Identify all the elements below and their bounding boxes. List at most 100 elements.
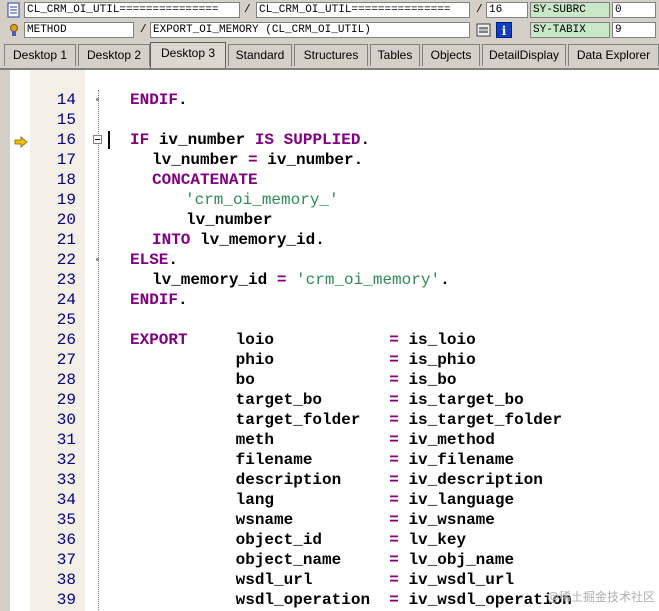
- code-text: object_id = lv_key: [130, 530, 466, 550]
- event-name-field[interactable]: EXPORT_OI_MEMORY (CL_CRM_OI_UTIL): [150, 22, 470, 38]
- tab-structures[interactable]: Structures: [294, 44, 368, 66]
- code-token: .: [353, 151, 364, 169]
- code-token: wsname: [130, 511, 390, 529]
- code-line[interactable]: 19 'crm_oi_memory_': [0, 190, 659, 210]
- code-token: =: [389, 411, 409, 429]
- sy-subrc-value[interactable]: 0: [612, 2, 656, 18]
- code-token: lv_obj_name: [408, 551, 515, 569]
- code-token: lv_memory_id: [152, 271, 277, 289]
- code-token: =: [248, 151, 268, 169]
- separator-slash: /: [244, 4, 251, 16]
- code-token: lang: [130, 491, 390, 509]
- code-token: .: [440, 271, 450, 289]
- code-text: filename = iv_filename: [130, 450, 514, 470]
- code-text: EXPORT loio = is_loio: [130, 330, 476, 350]
- code-token: is_target_folder: [408, 411, 563, 429]
- code-line[interactable]: 35 wsname = iv_wsname: [0, 510, 659, 530]
- code-line[interactable]: 30 target_folder = is_target_folder: [0, 410, 659, 430]
- code-text: target_bo = is_target_bo: [130, 390, 524, 410]
- code-token: object_name: [130, 551, 390, 569]
- code-line[interactable]: 38 wsdl_url = iv_wsdl_url: [0, 570, 659, 590]
- code-text: wsname = iv_wsname: [130, 510, 495, 530]
- sy-tabix-label: SY-TABIX: [530, 22, 610, 38]
- code-line[interactable]: 29 target_bo = is_target_bo: [0, 390, 659, 410]
- code-text: ENDIF.: [130, 90, 188, 110]
- tab-data-explorer[interactable]: Data Explorer: [568, 44, 659, 66]
- tab-standard[interactable]: Standard: [228, 44, 292, 66]
- sy-tabix-value[interactable]: 9: [612, 22, 656, 38]
- code-line[interactable]: 25: [0, 310, 659, 330]
- tab-tables[interactable]: Tables: [370, 44, 420, 66]
- code-token: =: [276, 271, 297, 289]
- document-icon: [6, 2, 22, 18]
- info-icon[interactable]: i: [496, 22, 512, 38]
- tab-desktop-2[interactable]: Desktop 2: [78, 44, 150, 66]
- code-line[interactable]: 33 description = iv_description: [0, 470, 659, 490]
- tab-strip: Desktop 1 Desktop 2 Desktop 3 Standard S…: [0, 42, 659, 68]
- code-line[interactable]: 34 lang = iv_language: [0, 490, 659, 510]
- code-line[interactable]: 37 object_name = lv_obj_name: [0, 550, 659, 570]
- line-number: 31: [56, 431, 76, 449]
- code-line[interactable]: 18 CONCATENATE: [0, 170, 659, 190]
- code-line[interactable]: 21 INTO lv_memory_id.: [0, 230, 659, 250]
- code-line[interactable]: 20 lv_number: [0, 210, 659, 230]
- program-field[interactable]: CL_CRM_OI_UTIL===============: [24, 2, 240, 18]
- tab-desktop-3[interactable]: Desktop 3: [150, 42, 226, 68]
- code-token: filename: [130, 451, 390, 469]
- line-number: 17: [56, 151, 76, 169]
- line-number: 39: [56, 591, 76, 609]
- code-line[interactable]: 15: [0, 110, 659, 130]
- code-line[interactable]: 36 object_id = lv_key: [0, 530, 659, 550]
- code-line[interactable]: 26 EXPORT loio = is_loio: [0, 330, 659, 350]
- code-token: =: [389, 531, 409, 549]
- code-line[interactable]: 17 lv_number = iv_number.: [0, 150, 659, 170]
- line-number: 20: [56, 211, 76, 229]
- code-text: wsdl_url = iv_wsdl_url: [130, 570, 514, 590]
- include-field[interactable]: CL_CRM_OI_UTIL===============: [256, 2, 470, 18]
- event-type-field[interactable]: METHOD: [24, 22, 134, 38]
- code-text: lang = iv_language: [130, 490, 514, 510]
- code-text: wsdl_operation = iv_wsdl_operation: [130, 590, 572, 610]
- line-number: 25: [56, 311, 76, 329]
- separator-slash: /: [476, 4, 483, 16]
- code-token: target_bo: [130, 391, 390, 409]
- code-text: 'crm_oi_memory_': [185, 190, 339, 210]
- line-number: 28: [56, 371, 76, 389]
- code-text: CONCATENATE: [152, 170, 258, 190]
- code-line[interactable]: 24 ENDIF.: [0, 290, 659, 310]
- code-text: object_name = lv_obj_name: [130, 550, 514, 570]
- code-token: 'crm_oi_memory': [296, 271, 441, 289]
- code-token: =: [389, 511, 409, 529]
- tab-objects[interactable]: Objects: [422, 44, 480, 66]
- code-line[interactable]: 23 lv_memory_id = 'crm_oi_memory'.: [0, 270, 659, 290]
- source-code-editor[interactable]: 14 ENDIF. 15 16 IF iv_number IS SUPPLIED. 17 l…: [0, 68, 659, 611]
- code-token: iv_number: [267, 151, 354, 169]
- line-number: 35: [56, 511, 76, 529]
- code-token: object_id: [130, 531, 390, 549]
- code-line[interactable]: 27 phio = is_phio: [0, 350, 659, 370]
- code-token: =: [389, 431, 409, 449]
- code-line[interactable]: 22 ELSE.: [0, 250, 659, 270]
- code-token: is_phio: [408, 351, 476, 369]
- code-text: lv_memory_id = 'crm_oi_memory'.: [152, 270, 450, 290]
- collapse-icon[interactable]: [93, 135, 102, 144]
- code-line[interactable]: 16 IF iv_number IS SUPPLIED.: [0, 130, 659, 150]
- code-line[interactable]: 31 meth = iv_method: [0, 430, 659, 450]
- tab-detail-display[interactable]: DetailDisplay: [482, 44, 566, 66]
- breakpoint-icon[interactable]: [476, 22, 492, 38]
- code-text: lv_number: [186, 210, 272, 230]
- code-token: is_bo: [408, 371, 457, 389]
- code-token: =: [389, 491, 409, 509]
- code-token: =: [389, 331, 409, 349]
- tab-desktop-1[interactable]: Desktop 1: [4, 44, 76, 66]
- code-token: wsdl_operation: [130, 591, 390, 609]
- code-token: iv_method: [408, 431, 495, 449]
- code-token: =: [389, 551, 409, 569]
- line-number-field[interactable]: 16: [486, 2, 528, 18]
- code-line[interactable]: 32 filename = iv_filename: [0, 450, 659, 470]
- code-line[interactable]: 14 ENDIF.: [0, 90, 659, 110]
- code-token: lv_number: [186, 211, 273, 229]
- line-number: 21: [56, 231, 76, 249]
- code-line[interactable]: 28 bo = is_bo: [0, 370, 659, 390]
- code-token: phio: [130, 351, 390, 369]
